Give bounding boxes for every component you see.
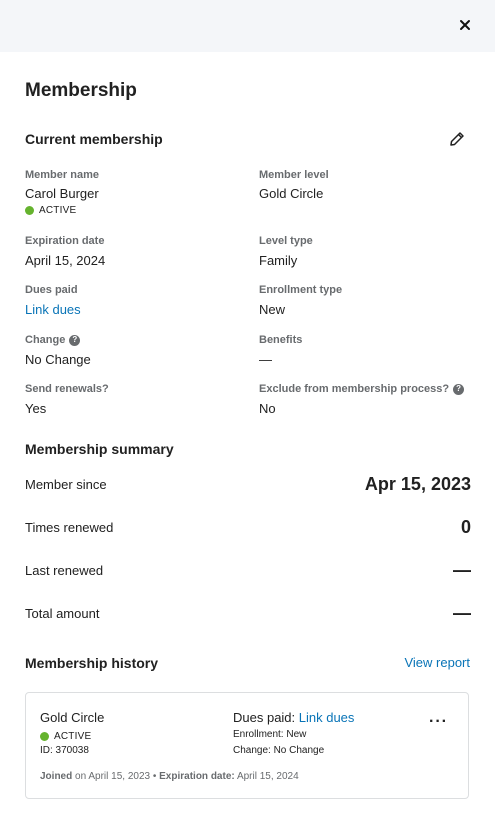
history-status-badge: ACTIVE bbox=[40, 731, 91, 742]
summary-value: Apr 15, 2023 bbox=[364, 473, 471, 494]
close-icon[interactable] bbox=[455, 15, 475, 35]
exclude-value: No bbox=[259, 401, 276, 416]
history-id: ID: 370038 bbox=[40, 745, 89, 756]
member-level-field: Member level Gold Circle bbox=[259, 168, 329, 202]
active-status-dot bbox=[25, 206, 34, 215]
summary-value: 0 bbox=[460, 516, 471, 537]
panel-header bbox=[0, 0, 495, 52]
history-level: Gold Circle bbox=[40, 710, 105, 725]
membership-history-heading: Membership history bbox=[25, 655, 159, 671]
help-icon[interactable]: ? bbox=[69, 334, 81, 346]
level-type-value: Family bbox=[259, 253, 298, 268]
benefits-value: — bbox=[259, 352, 272, 367]
page-title: Membership bbox=[25, 80, 137, 101]
history-dues-label: Dues paid: bbox=[233, 710, 299, 725]
enrollment-value: New bbox=[259, 302, 286, 317]
member-name-value: Carol Burger bbox=[25, 186, 99, 201]
change-field: Change ? No Change bbox=[25, 333, 91, 368]
level-type-field: Level type Family bbox=[259, 234, 313, 269]
summary-value: — bbox=[453, 559, 471, 580]
exclude-field: Exclude from membership process? ? No bbox=[259, 382, 465, 417]
member-name-label: Member name bbox=[25, 169, 99, 181]
renewals-value: Yes bbox=[25, 401, 47, 416]
change-label: Change bbox=[25, 334, 66, 346]
active-status-dot bbox=[40, 732, 49, 741]
dues-label: Dues paid bbox=[25, 284, 78, 296]
summary-row-times-renewed: Times renewed 0 bbox=[25, 515, 471, 539]
expiration-text: April 15, 2024 bbox=[234, 771, 299, 782]
member-name-field: Member name Carol Burger ACTIVE bbox=[25, 168, 99, 216]
summary-row-member-since: Member since Apr 15, 2023 bbox=[25, 472, 471, 496]
more-options-icon[interactable]: ··· bbox=[429, 713, 448, 731]
status-badge: ACTIVE bbox=[25, 205, 99, 216]
enrollment-label: Enrollment type bbox=[259, 284, 343, 296]
benefits-field: Benefits — bbox=[259, 333, 302, 368]
change-label-row: Change ? bbox=[25, 333, 91, 347]
history-link-dues-link[interactable]: Link dues bbox=[299, 710, 355, 725]
summary-label: Last renewed bbox=[25, 562, 104, 578]
expiration-value: April 15, 2024 bbox=[25, 253, 106, 268]
current-membership-heading: Current membership bbox=[25, 131, 163, 147]
summary-row-total-amount: Total amount — bbox=[25, 601, 471, 625]
joined-label: Joined bbox=[40, 771, 73, 782]
renewals-field: Send renewals? Yes bbox=[25, 382, 109, 417]
enrollment-field: Enrollment type New bbox=[259, 283, 342, 318]
history-card: Gold Circle ACTIVE ID: 370038 Dues paid:… bbox=[25, 692, 469, 799]
expiration-label: Expiration date: bbox=[159, 771, 235, 782]
benefits-label: Benefits bbox=[259, 334, 303, 346]
help-icon[interactable]: ? bbox=[453, 383, 465, 395]
exclude-label-row: Exclude from membership process? ? bbox=[259, 382, 465, 396]
summary-value: — bbox=[453, 602, 471, 623]
history-change: Change: No Change bbox=[233, 745, 325, 756]
change-value: No Change bbox=[25, 352, 91, 367]
joined-text: on April 15, 2023 • bbox=[72, 771, 160, 782]
member-level-value: Gold Circle bbox=[259, 186, 324, 201]
history-dues: Dues paid: Link dues bbox=[233, 710, 354, 725]
member-level-label: Member level bbox=[259, 169, 329, 181]
summary-row-last-renewed: Last renewed — bbox=[25, 558, 471, 582]
pencil-icon[interactable] bbox=[448, 130, 466, 148]
summary-label: Member since bbox=[25, 476, 107, 492]
summary-label: Times renewed bbox=[25, 519, 114, 535]
expiration-field: Expiration date April 15, 2024 bbox=[25, 234, 105, 269]
level-type-label: Level type bbox=[259, 235, 313, 247]
history-enrollment: Enrollment: New bbox=[233, 729, 307, 740]
view-report-link[interactable]: View report bbox=[404, 655, 470, 670]
history-footer: Joined on April 15, 2023 • Expiration da… bbox=[40, 771, 299, 782]
history-status-text: ACTIVE bbox=[54, 731, 92, 742]
link-dues-link[interactable]: Link dues bbox=[25, 302, 81, 318]
dues-field: Dues paid Link dues bbox=[25, 283, 81, 318]
membership-summary-heading: Membership summary bbox=[25, 441, 174, 457]
expiration-label: Expiration date bbox=[25, 235, 105, 247]
exclude-label: Exclude from membership process? bbox=[259, 383, 450, 395]
status-text: ACTIVE bbox=[39, 205, 77, 216]
summary-label: Total amount bbox=[25, 605, 100, 621]
renewals-label: Send renewals? bbox=[25, 383, 109, 395]
